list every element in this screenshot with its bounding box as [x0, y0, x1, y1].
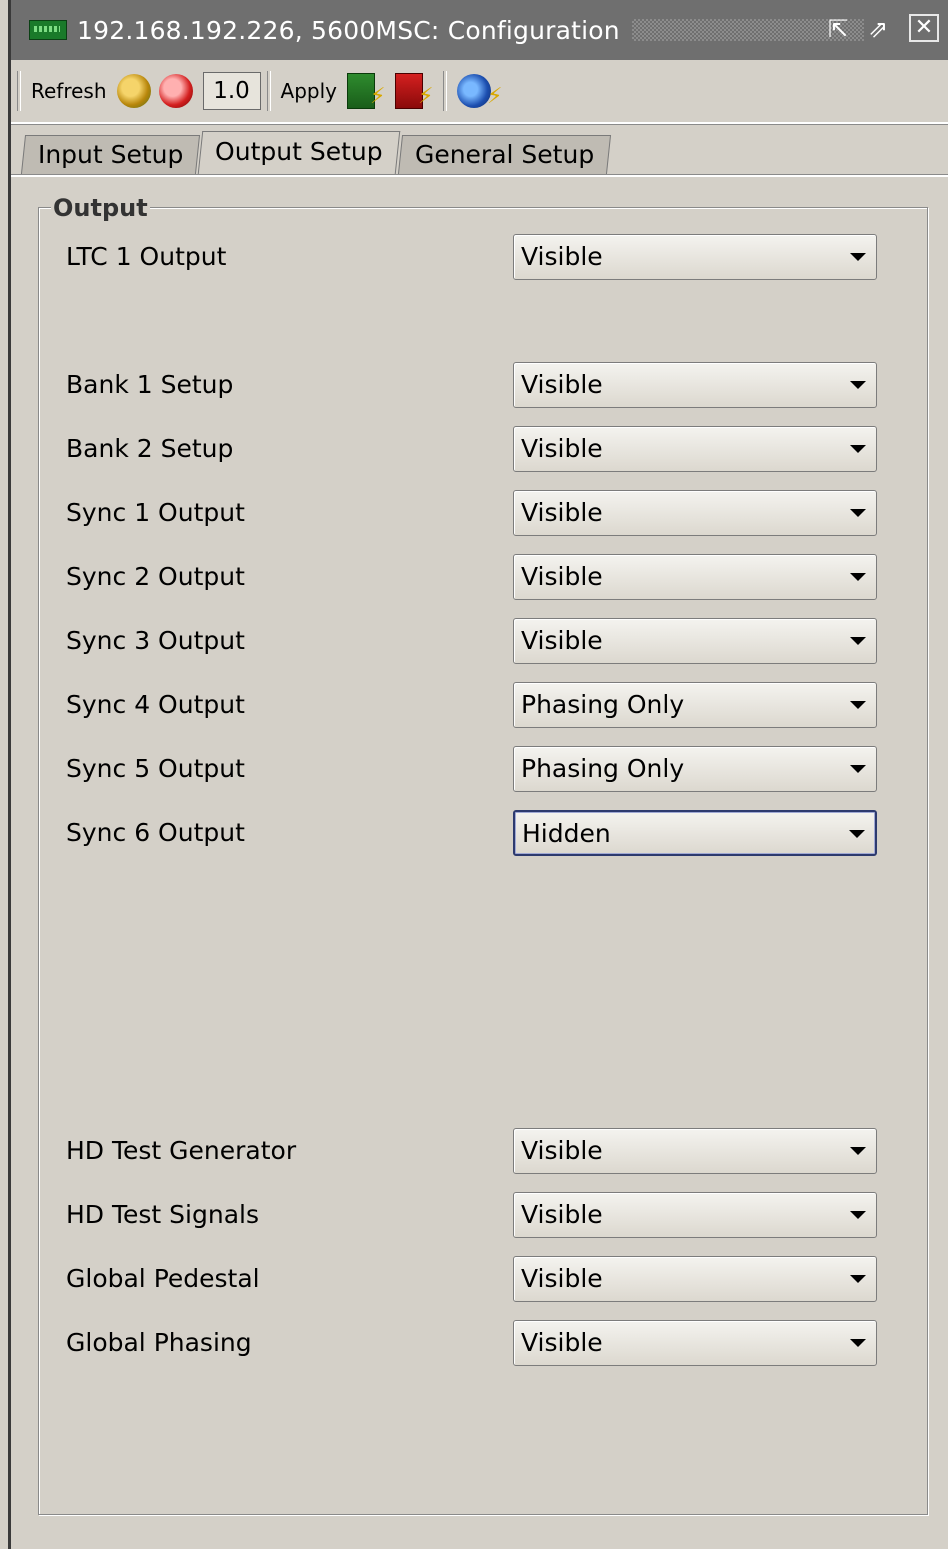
- visibility-select[interactable]: Visible: [513, 1192, 877, 1238]
- visibility-select[interactable]: Visible: [513, 1128, 877, 1174]
- select-value: Visible: [521, 434, 603, 463]
- select-value: Visible: [521, 242, 603, 271]
- visibility-select[interactable]: Visible: [513, 618, 877, 664]
- window-title: 192.168.192.226, 5600MSC: Configuration: [77, 15, 620, 45]
- bolt-icon: ⚡: [370, 84, 386, 109]
- toolbar: Refresh 1.0 Apply ⚡ ⚡ ⚡: [11, 60, 948, 124]
- apply-all-icon[interactable]: ⚡: [395, 73, 433, 109]
- setting-label: Global Pedestal: [66, 1264, 260, 1293]
- version-field: 1.0: [202, 72, 261, 110]
- select-value: Visible: [521, 498, 603, 527]
- select-value: Visible: [521, 1200, 603, 1229]
- tab-divider: [11, 174, 948, 177]
- setting-label: Sync 5 Output: [66, 754, 245, 783]
- visibility-select[interactable]: Phasing Only: [513, 746, 877, 792]
- select-value: Phasing Only: [521, 754, 685, 783]
- dropdown-arrow-icon[interactable]: [850, 1211, 866, 1219]
- dropdown-arrow-icon[interactable]: [850, 509, 866, 517]
- tab-general-setup[interactable]: General Setup: [397, 135, 612, 174]
- visibility-select[interactable]: Hidden: [513, 810, 877, 856]
- refresh-all-icon[interactable]: [158, 74, 193, 108]
- dropdown-arrow-icon[interactable]: [850, 573, 866, 581]
- tab-strip: Input Setup Output Setup General Setup: [20, 131, 612, 174]
- dropdown-arrow-icon[interactable]: [850, 1147, 866, 1155]
- select-value: Phasing Only: [521, 690, 685, 719]
- bolt-icon: ⚡: [487, 84, 503, 109]
- maximize-window-button[interactable]: ⇗: [863, 14, 893, 44]
- dropdown-arrow-icon[interactable]: [850, 1275, 866, 1283]
- visibility-select[interactable]: Phasing Only: [513, 682, 877, 728]
- select-value: Visible: [521, 1136, 603, 1165]
- setting-label: Sync 2 Output: [66, 562, 245, 591]
- toolbar-separator: [17, 71, 21, 111]
- output-group-title: Output: [51, 194, 150, 222]
- tab-input-setup[interactable]: Input Setup: [20, 135, 201, 174]
- bolt-icon: ⚡: [418, 84, 434, 109]
- apply-icon[interactable]: ⚡: [347, 73, 385, 109]
- dropdown-arrow-icon[interactable]: [850, 445, 866, 453]
- apply-button[interactable]: Apply: [281, 79, 337, 103]
- select-value: Visible: [521, 562, 603, 591]
- refresh-icon[interactable]: [116, 74, 151, 108]
- dropdown-arrow-icon[interactable]: [849, 830, 865, 838]
- visibility-select[interactable]: Visible: [513, 1256, 877, 1302]
- visibility-select[interactable]: Visible: [513, 1320, 877, 1366]
- visibility-select[interactable]: Visible: [513, 554, 877, 600]
- refresh-button[interactable]: Refresh: [31, 79, 107, 103]
- select-value: Visible: [521, 1328, 603, 1357]
- visibility-select[interactable]: Visible: [513, 362, 877, 408]
- select-value: Hidden: [522, 819, 611, 848]
- apply-network-icon[interactable]: ⚡: [457, 74, 502, 108]
- toolbar-separator: [266, 71, 271, 111]
- dropdown-arrow-icon[interactable]: [850, 1339, 866, 1347]
- dropdown-arrow-icon[interactable]: [850, 637, 866, 645]
- dropdown-arrow-icon[interactable]: [850, 765, 866, 773]
- select-value: Visible: [521, 1264, 603, 1293]
- dropdown-arrow-icon[interactable]: [850, 381, 866, 389]
- dropdown-arrow-icon[interactable]: [850, 253, 866, 261]
- setting-label: Bank 2 Setup: [66, 434, 234, 463]
- setting-label: HD Test Signals: [66, 1200, 259, 1229]
- visibility-select[interactable]: Visible: [513, 426, 877, 472]
- detach-window-button[interactable]: ⇱: [823, 14, 853, 44]
- setting-label: Sync 6 Output: [66, 818, 245, 847]
- select-value: Visible: [521, 626, 603, 655]
- dropdown-arrow-icon[interactable]: [850, 701, 866, 709]
- setting-label: HD Test Generator: [66, 1136, 297, 1165]
- visibility-select[interactable]: Visible: [513, 234, 877, 280]
- setting-label: LTC 1 Output: [66, 242, 227, 271]
- close-window-button[interactable]: ✕: [909, 14, 939, 42]
- title-bar[interactable]: 192.168.192.226, 5600MSC: Configuration …: [11, 0, 948, 60]
- setting-label: Sync 1 Output: [66, 498, 245, 527]
- tab-output-setup[interactable]: Output Setup: [198, 131, 401, 174]
- device-card-icon: [29, 20, 67, 40]
- setting-label: Sync 4 Output: [66, 690, 245, 719]
- configuration-window: 192.168.192.226, 5600MSC: Configuration …: [8, 0, 948, 1549]
- select-value: Visible: [521, 370, 603, 399]
- setting-label: Sync 3 Output: [66, 626, 245, 655]
- setting-label: Global Phasing: [66, 1328, 252, 1357]
- toolbar-separator: [443, 71, 447, 111]
- setting-label: Bank 1 Setup: [66, 370, 234, 399]
- visibility-select[interactable]: Visible: [513, 490, 877, 536]
